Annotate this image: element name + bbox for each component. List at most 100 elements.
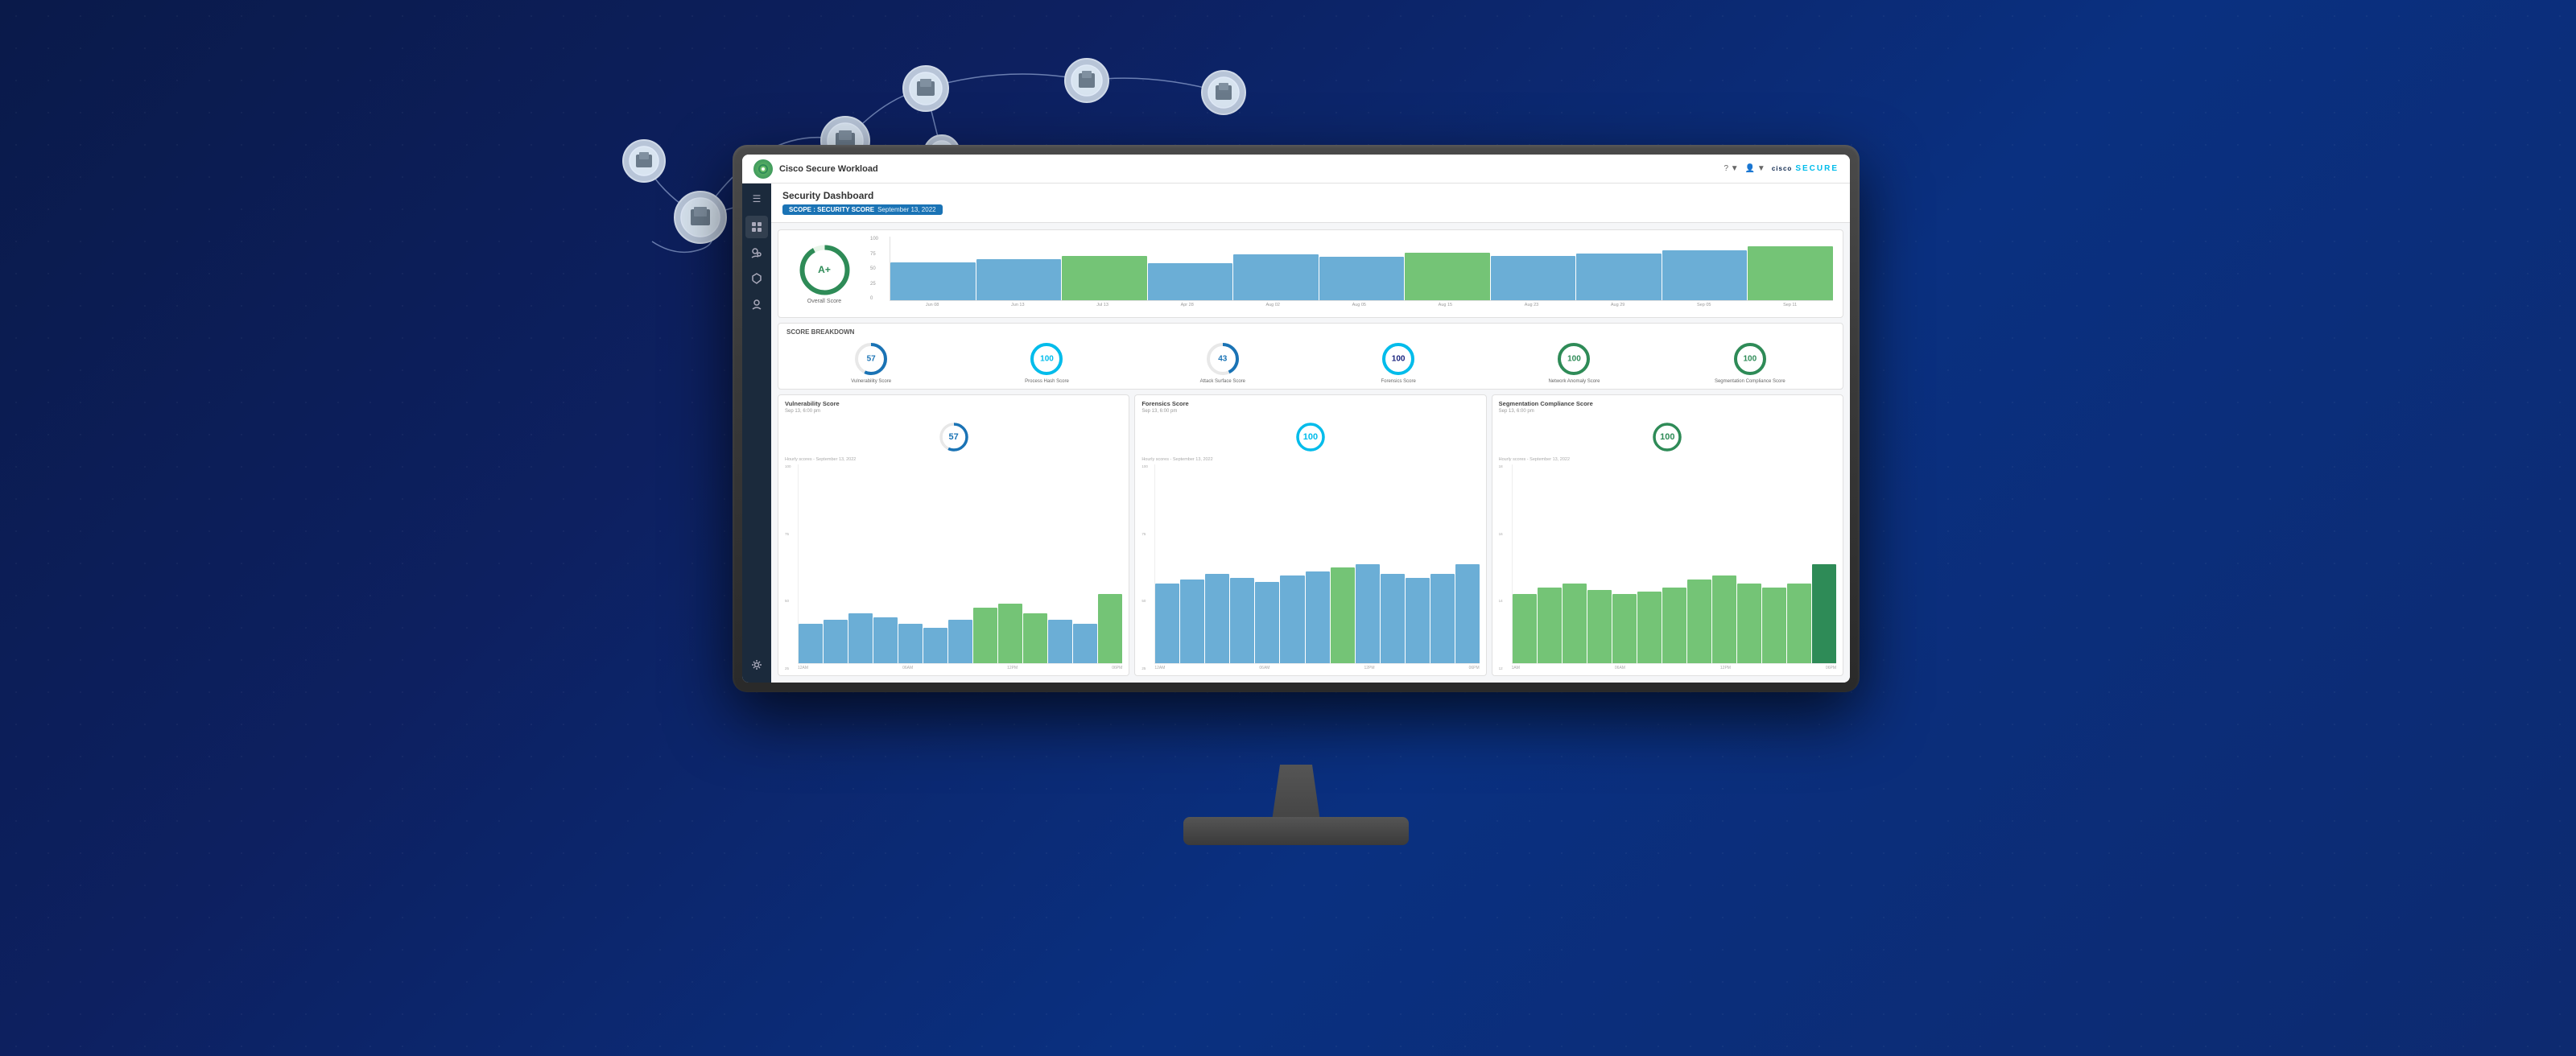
detail-card: Segmentation Compliance Score Sep 13, 6:… xyxy=(1492,394,1843,676)
score-tab[interactable]: SCOPE : SECURITY SCORE September 13, 202… xyxy=(782,204,943,215)
mini-ring: 100 xyxy=(1028,340,1065,377)
sidebar-menu-button[interactable]: ☰ xyxy=(749,190,765,208)
mini-ring-label: 57 xyxy=(867,355,876,364)
breakdown-title: SCORE BREAKDOWN xyxy=(786,328,1835,336)
breakdown-item: 100 Forensics Score xyxy=(1314,340,1483,384)
trend-chart-inner: 100 75 50 25 0 xyxy=(870,237,1833,301)
trend-x-label: Apr 28 xyxy=(1181,303,1194,307)
card-bar xyxy=(799,624,823,663)
card-subtitle: Sep 13, 6:00 pm xyxy=(1499,409,1836,414)
help-icon[interactable]: ? ▼ xyxy=(1724,164,1738,173)
card-bar xyxy=(1787,584,1811,663)
trend-y-axis: 100 75 50 25 0 xyxy=(870,237,886,301)
card-bar xyxy=(998,604,1022,663)
card-ring-label: 57 xyxy=(949,432,959,442)
sidebar-nav xyxy=(745,216,768,316)
card-chart xyxy=(798,464,1122,664)
card-title: Vulnerability Score xyxy=(785,400,1122,407)
card-bar xyxy=(1306,571,1330,663)
mini-ring: 43 xyxy=(1204,340,1241,377)
card-chart-label: Hourly scores - September 13, 2022 xyxy=(1141,457,1479,462)
card-bar xyxy=(1587,590,1612,663)
overall-score-label: A+ xyxy=(818,264,831,275)
card-bar xyxy=(824,620,848,663)
trend-bar xyxy=(1491,256,1576,300)
card-bar xyxy=(1712,575,1736,663)
trend-x-label: Jul 13 xyxy=(1096,303,1108,307)
card-score-row: 100 xyxy=(1141,420,1479,454)
sidebar: ☰ xyxy=(742,184,771,683)
monitor-base xyxy=(1183,817,1409,845)
breakdown-item-label: Attack Surface Score xyxy=(1200,379,1245,384)
breakdown-item-label: Network Anomaly Score xyxy=(1548,379,1600,384)
card-bar xyxy=(1073,624,1097,663)
card-bar xyxy=(1612,594,1637,663)
card-ring: 100 xyxy=(1650,420,1684,454)
card-chart xyxy=(1154,464,1479,664)
card-chart-label: Hourly scores - September 13, 2022 xyxy=(785,457,1122,462)
breakdown-item: 100 Network Anomaly Score xyxy=(1489,340,1658,384)
card-bar xyxy=(1180,580,1204,663)
card-bar xyxy=(1255,582,1279,663)
screen-header: Cisco Secure Workload ? ▼ 👤 ▼ cisco SECU… xyxy=(742,155,1850,184)
card-bar xyxy=(1155,584,1179,663)
mini-ring-label: 100 xyxy=(1567,355,1581,364)
mini-ring-label: 100 xyxy=(1392,355,1406,364)
trend-bar xyxy=(1405,253,1490,300)
card-bar xyxy=(1455,564,1480,664)
screen-body: ☰ xyxy=(742,184,1850,683)
card-bar xyxy=(1356,564,1380,664)
breakdown-item: 57 Vulnerability Score xyxy=(786,340,956,384)
card-bar xyxy=(1205,574,1229,663)
overall-score-ring: A+ xyxy=(799,244,851,296)
dashboard-body: A+ Overall Score 100 75 5 xyxy=(771,223,1850,683)
top-score-section: A+ Overall Score 100 75 5 xyxy=(778,229,1843,318)
trend-x-label: Aug 05 xyxy=(1352,303,1366,307)
card-subtitle: Sep 13, 6:00 pm xyxy=(1141,409,1479,414)
card-x-labels: 1AM06AM12PM06PM xyxy=(1512,666,1836,670)
monitor-screen: Cisco Secure Workload ? ▼ 👤 ▼ cisco SECU… xyxy=(742,155,1850,683)
sidebar-item-groups[interactable] xyxy=(745,241,768,264)
screen-header-right: ? ▼ 👤 ▼ cisco SECURE xyxy=(1724,164,1839,173)
card-chart-label: Hourly scores - September 13, 2022 xyxy=(1499,457,1836,462)
sidebar-item-users[interactable] xyxy=(745,293,768,316)
user-icon[interactable]: 👤 ▼ xyxy=(1745,164,1765,173)
card-bar xyxy=(848,613,873,663)
mini-ring: 100 xyxy=(1380,340,1417,377)
card-bar xyxy=(1513,594,1537,663)
card-bar xyxy=(1662,588,1686,663)
mini-ring-label: 100 xyxy=(1040,355,1054,364)
sidebar-item-security[interactable] xyxy=(745,267,768,290)
card-bar xyxy=(1737,584,1761,663)
card-y-axis: 18161412 xyxy=(1499,464,1510,670)
breakdown-item-label: Vulnerability Score xyxy=(851,379,891,384)
card-title: Segmentation Compliance Score xyxy=(1499,400,1836,407)
score-breakdown: SCORE BREAKDOWN 57 Vulnerability Score 1… xyxy=(778,323,1843,390)
card-ring-label: 100 xyxy=(1660,432,1674,442)
sidebar-item-settings[interactable] xyxy=(745,654,768,676)
sidebar-item-dashboard[interactable] xyxy=(745,216,768,238)
card-x-labels: 12AM06AM12PM06PM xyxy=(1154,666,1479,670)
card-bar xyxy=(948,620,972,663)
breakdown-item: 43 Attack Surface Score xyxy=(1138,340,1307,384)
card-bar xyxy=(973,608,997,663)
overall-score-container: A+ Overall Score xyxy=(788,237,861,311)
trend-x-labels: Jun 08Jun 13Jul 13Apr 28Aug 02Aug 05Aug … xyxy=(870,303,1833,307)
card-bar xyxy=(1687,580,1711,663)
breakdown-item-label: Forensics Score xyxy=(1381,379,1415,384)
trend-x-label: Sep 05 xyxy=(1697,303,1711,307)
trend-bar xyxy=(976,259,1062,300)
trend-bar xyxy=(1748,246,1833,300)
score-tab-label: SCOPE : SECURITY SCORE xyxy=(789,206,874,213)
mini-ring: 100 xyxy=(1732,340,1769,377)
breakdown-items: 57 Vulnerability Score 100 Process Hash … xyxy=(786,340,1835,384)
trend-x-label: Aug 02 xyxy=(1265,303,1279,307)
monitor-frame: Cisco Secure Workload ? ▼ 👤 ▼ cisco SECU… xyxy=(733,145,1860,692)
detail-cards: Vulnerability Score Sep 13, 6:00 pm 57 H… xyxy=(778,394,1843,676)
screen-header-left: Cisco Secure Workload xyxy=(753,159,878,179)
detail-card: Forensics Score Sep 13, 6:00 pm 100 Hour… xyxy=(1134,394,1486,676)
card-bar xyxy=(1812,564,1836,664)
card-y-axis: 100755025 xyxy=(785,464,796,670)
card-ring: 57 xyxy=(937,420,971,454)
trend-x-label: Aug 23 xyxy=(1525,303,1538,307)
